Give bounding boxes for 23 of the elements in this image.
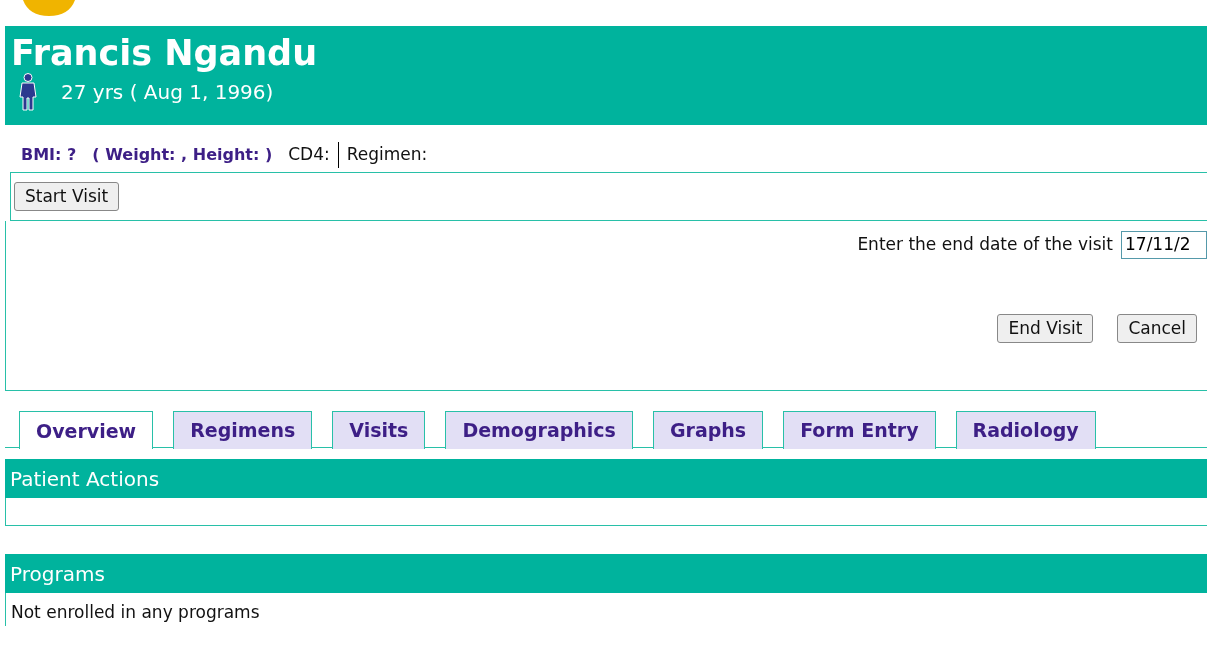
patient-age: 27 yrs ( Aug 1, 1996) — [61, 78, 274, 106]
section-header: Patient Actions — [5, 459, 1207, 498]
tab[interactable]: Overview — [19, 411, 154, 449]
tab[interactable]: Radiology — [955, 411, 1096, 449]
end-visit-button[interactable]: End Visit — [997, 313, 1094, 343]
empty-message: Not enrolled in any programs — [11, 602, 260, 622]
weight-height-label: ( Weight: , Height: ) — [92, 144, 273, 166]
tab[interactable]: Demographics — [445, 411, 633, 449]
end-date-label: Enter the end date of the visit — [857, 233, 1113, 256]
start-visit-button[interactable]: Start Visit — [14, 181, 120, 211]
tab[interactable]: Form Entry — [783, 411, 936, 449]
patient-name: Francis Ngandu — [11, 34, 319, 73]
regimen-label: Regimen: — [346, 143, 428, 167]
logo-icon — [23, 0, 75, 16]
cd4-label: CD4: — [288, 143, 330, 167]
tab[interactable]: Regimens — [173, 411, 313, 449]
cancel-button[interactable]: Cancel — [1117, 313, 1197, 343]
tab[interactable]: Visits — [332, 411, 426, 449]
bmi-label: BMI: ? — [21, 144, 77, 166]
male-person-icon — [19, 72, 37, 111]
tab[interactable]: Graphs — [652, 411, 764, 449]
section-header: Programs — [5, 554, 1207, 593]
date-field[interactable]: 17/11/2 — [1121, 231, 1207, 259]
